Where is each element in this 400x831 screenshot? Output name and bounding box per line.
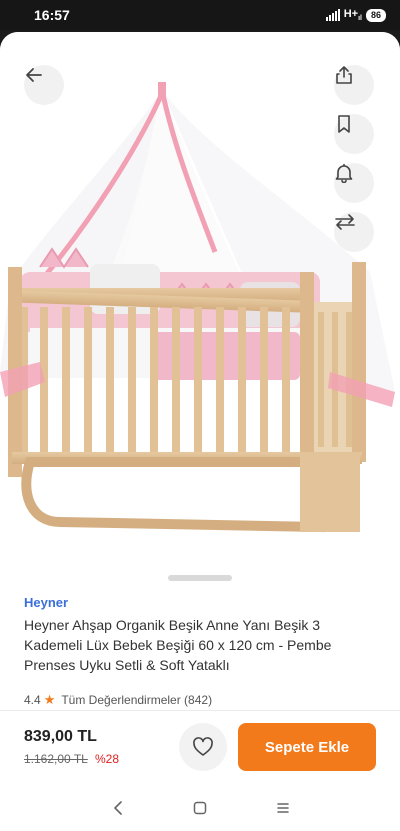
sheet-drag-handle[interactable] — [168, 575, 232, 581]
chevron-left-icon — [114, 801, 122, 815]
home-square-icon — [193, 801, 207, 815]
signal-icon — [325, 9, 340, 21]
nav-back-button[interactable] — [106, 796, 130, 820]
product-title: Heyner Ahşap Organik Beşik Anne Yanı Beş… — [24, 617, 332, 673]
discount-badge: %28 — [95, 752, 120, 766]
battery-icon: 86 — [365, 8, 386, 22]
purchase-bar: 839,00 TL 1.162,00 TL %28 Sepete Ekle — [0, 710, 400, 783]
nav-menu-button[interactable] — [271, 796, 295, 820]
compare-arrows-icon — [335, 214, 355, 230]
brand-link[interactable]: Heyner — [24, 595, 68, 610]
share-icon — [336, 66, 352, 84]
rating-row[interactable]: 4.4 ★ Tüm Değerlendirmeler (842) — [24, 692, 212, 708]
bell-icon — [335, 163, 353, 183]
bookmark-icon — [338, 115, 350, 133]
price-alarm-button[interactable] — [334, 163, 374, 203]
rating-value: 4.4 — [24, 693, 41, 707]
share-button[interactable] — [334, 65, 374, 105]
old-price: 1.162,00 TL — [24, 752, 88, 766]
add-to-cart-button[interactable]: Sepete Ekle — [238, 723, 376, 771]
current-price: 839,00 TL — [24, 728, 97, 745]
star-icon: ★ — [43, 692, 56, 707]
status-time: 16:57 — [34, 7, 70, 23]
menu-icon — [277, 803, 289, 813]
status-icons: H+ıl 86 — [325, 7, 386, 23]
network-type: H+ıl — [343, 7, 362, 23]
system-nav-bar — [0, 782, 400, 831]
nav-home-button[interactable] — [188, 796, 212, 820]
product-image[interactable] — [0, 32, 400, 580]
compare-button[interactable] — [334, 212, 374, 252]
favorite-button[interactable] — [179, 723, 227, 771]
reviews-link[interactable]: Tüm Değerlendirmeler (842) — [61, 693, 212, 707]
back-button[interactable] — [24, 65, 64, 105]
product-detail-screen: Heyner Heyner Ahşap Organik Beşik Anne Y… — [0, 32, 400, 831]
bookmark-button[interactable] — [334, 114, 374, 154]
heart-icon — [193, 737, 213, 756]
status-bar: 16:57 H+ıl 86 — [0, 0, 400, 30]
arrow-left-icon — [26, 68, 42, 82]
